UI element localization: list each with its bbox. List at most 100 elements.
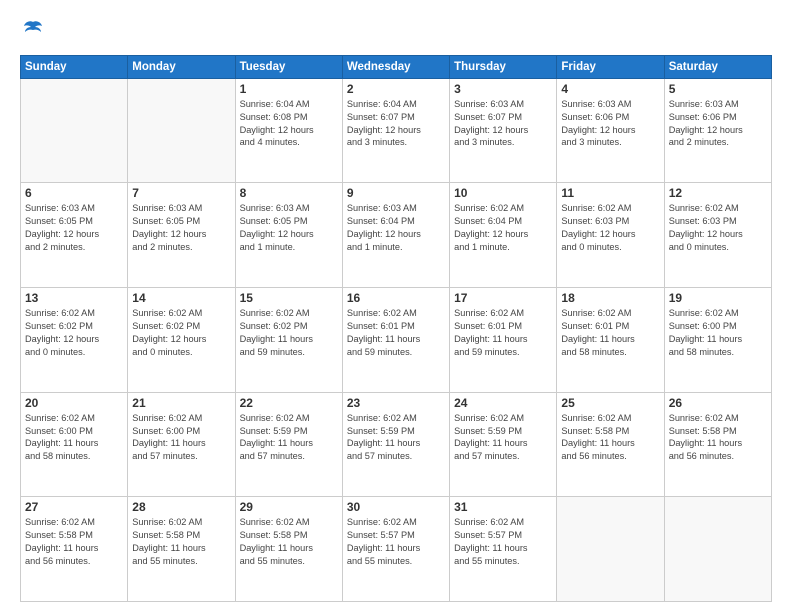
day-number: 4 bbox=[561, 82, 659, 96]
day-info: Sunrise: 6:02 AMSunset: 6:02 PMDaylight:… bbox=[132, 307, 230, 359]
weekday-header-monday: Monday bbox=[128, 55, 235, 78]
week-row-4: 20 Sunrise: 6:02 AMSunset: 6:00 PMDayligh… bbox=[21, 392, 772, 497]
calendar-cell: 15Sunrise: 6:02 AMSunset: 6:02 PMDayligh… bbox=[235, 288, 342, 393]
calendar-cell: 13 Sunrise: 6:02 AMSunset: 6:02 PMDayligh… bbox=[21, 288, 128, 393]
day-info: Sunrise: 6:02 AMSunset: 5:59 PMDaylight:… bbox=[240, 412, 338, 464]
calendar-cell: 1 Sunrise: 6:04 AMSunset: 6:08 PMDaylight… bbox=[235, 78, 342, 183]
day-number: 14 bbox=[132, 291, 230, 305]
day-info: Sunrise: 6:02 AMSunset: 6:01 PMDaylight:… bbox=[347, 307, 445, 359]
calendar-cell: 19 Sunrise: 6:02 AMSunset: 6:00 PMDayligh… bbox=[664, 288, 771, 393]
day-number: 23 bbox=[347, 396, 445, 410]
day-info: Sunrise: 6:03 AMSunset: 6:06 PMDaylight:… bbox=[561, 98, 659, 150]
weekday-header-friday: Friday bbox=[557, 55, 664, 78]
day-number: 5 bbox=[669, 82, 767, 96]
day-info: Sunrise: 6:02 AMSunset: 6:00 PMDaylight:… bbox=[132, 412, 230, 464]
day-number: 24 bbox=[454, 396, 552, 410]
weekday-header-row: SundayMondayTuesdayWednesdayThursdayFrid… bbox=[21, 55, 772, 78]
week-row-2: 6 Sunrise: 6:03 AMSunset: 6:05 PMDaylight… bbox=[21, 183, 772, 288]
day-info: Sunrise: 6:02 AMSunset: 6:01 PMDaylight:… bbox=[561, 307, 659, 359]
calendar-cell: 3Sunrise: 6:03 AMSunset: 6:07 PMDaylight… bbox=[450, 78, 557, 183]
day-number: 20 bbox=[25, 396, 123, 410]
calendar-cell: 14 Sunrise: 6:02 AMSunset: 6:02 PMDayligh… bbox=[128, 288, 235, 393]
day-info: Sunrise: 6:02 AMSunset: 6:01 PMDaylight:… bbox=[454, 307, 552, 359]
calendar-cell bbox=[128, 78, 235, 183]
day-info: Sunrise: 6:02 AMSunset: 5:58 PMDaylight:… bbox=[561, 412, 659, 464]
logo-bird-icon bbox=[22, 18, 44, 40]
calendar-cell: 11 Sunrise: 6:02 AMSunset: 6:03 PMDayligh… bbox=[557, 183, 664, 288]
calendar-cell: 9Sunrise: 6:03 AMSunset: 6:04 PMDaylight… bbox=[342, 183, 449, 288]
calendar-cell: 31 Sunrise: 6:02 AMSunset: 5:57 PMDayligh… bbox=[450, 497, 557, 602]
day-info: Sunrise: 6:04 AMSunset: 6:08 PMDaylight:… bbox=[240, 98, 338, 150]
day-info: Sunrise: 6:02 AMSunset: 5:58 PMDaylight:… bbox=[132, 516, 230, 568]
calendar-cell: 12 Sunrise: 6:02 AMSunset: 6:03 PMDayligh… bbox=[664, 183, 771, 288]
day-number: 21 bbox=[132, 396, 230, 410]
day-number: 25 bbox=[561, 396, 659, 410]
calendar-cell: 18 Sunrise: 6:02 AMSunset: 6:01 PMDayligh… bbox=[557, 288, 664, 393]
day-info: Sunrise: 6:02 AMSunset: 6:04 PMDaylight:… bbox=[454, 202, 552, 254]
calendar-cell: 28 Sunrise: 6:02 AMSunset: 5:58 PMDayligh… bbox=[128, 497, 235, 602]
day-info: Sunrise: 6:02 AMSunset: 5:58 PMDaylight:… bbox=[240, 516, 338, 568]
day-info: Sunrise: 6:02 AMSunset: 5:57 PMDaylight:… bbox=[347, 516, 445, 568]
day-info: Sunrise: 6:02 AMSunset: 5:58 PMDaylight:… bbox=[25, 516, 123, 568]
day-info: Sunrise: 6:02 AMSunset: 5:59 PMDaylight:… bbox=[347, 412, 445, 464]
calendar-cell: 24 Sunrise: 6:02 AMSunset: 5:59 PMDayligh… bbox=[450, 392, 557, 497]
calendar-cell bbox=[557, 497, 664, 602]
calendar-cell: 6 Sunrise: 6:03 AMSunset: 6:05 PMDaylight… bbox=[21, 183, 128, 288]
calendar-cell: 16Sunrise: 6:02 AMSunset: 6:01 PMDayligh… bbox=[342, 288, 449, 393]
day-info: Sunrise: 6:02 AMSunset: 6:03 PMDaylight:… bbox=[561, 202, 659, 254]
day-number: 13 bbox=[25, 291, 123, 305]
day-number: 26 bbox=[669, 396, 767, 410]
week-row-5: 27 Sunrise: 6:02 AMSunset: 5:58 PMDayligh… bbox=[21, 497, 772, 602]
day-number: 31 bbox=[454, 500, 552, 514]
day-number: 19 bbox=[669, 291, 767, 305]
calendar-cell: 2 Sunrise: 6:04 AMSunset: 6:07 PMDaylight… bbox=[342, 78, 449, 183]
day-number: 29 bbox=[240, 500, 338, 514]
calendar-cell: 23 Sunrise: 6:02 AMSunset: 5:59 PMDayligh… bbox=[342, 392, 449, 497]
day-number: 11 bbox=[561, 186, 659, 200]
calendar-table: SundayMondayTuesdayWednesdayThursdayFrid… bbox=[20, 55, 772, 602]
calendar-cell: 27 Sunrise: 6:02 AMSunset: 5:58 PMDayligh… bbox=[21, 497, 128, 602]
day-number: 12 bbox=[669, 186, 767, 200]
day-info: Sunrise: 6:02 AMSunset: 6:02 PMDaylight:… bbox=[25, 307, 123, 359]
day-info: Sunrise: 6:02 AMSunset: 5:57 PMDaylight:… bbox=[454, 516, 552, 568]
day-number: 28 bbox=[132, 500, 230, 514]
day-info: Sunrise: 6:02 AMSunset: 6:00 PMDaylight:… bbox=[669, 307, 767, 359]
day-info: Sunrise: 6:04 AMSunset: 6:07 PMDaylight:… bbox=[347, 98, 445, 150]
day-number: 17 bbox=[454, 291, 552, 305]
day-info: Sunrise: 6:02 AMSunset: 6:03 PMDaylight:… bbox=[669, 202, 767, 254]
calendar-cell bbox=[21, 78, 128, 183]
calendar-cell: 21 Sunrise: 6:02 AMSunset: 6:00 PMDayligh… bbox=[128, 392, 235, 497]
day-number: 2 bbox=[347, 82, 445, 96]
day-info: Sunrise: 6:02 AMSunset: 5:59 PMDaylight:… bbox=[454, 412, 552, 464]
weekday-header-sunday: Sunday bbox=[21, 55, 128, 78]
day-number: 10 bbox=[454, 186, 552, 200]
weekday-header-wednesday: Wednesday bbox=[342, 55, 449, 78]
day-info: Sunrise: 6:03 AMSunset: 6:05 PMDaylight:… bbox=[132, 202, 230, 254]
weekday-header-thursday: Thursday bbox=[450, 55, 557, 78]
page: SundayMondayTuesdayWednesdayThursdayFrid… bbox=[0, 0, 792, 612]
day-number: 15 bbox=[240, 291, 338, 305]
day-number: 3 bbox=[454, 82, 552, 96]
calendar-cell: 4 Sunrise: 6:03 AMSunset: 6:06 PMDaylight… bbox=[557, 78, 664, 183]
weekday-header-saturday: Saturday bbox=[664, 55, 771, 78]
week-row-3: 13 Sunrise: 6:02 AMSunset: 6:02 PMDayligh… bbox=[21, 288, 772, 393]
calendar-cell: 25 Sunrise: 6:02 AMSunset: 5:58 PMDayligh… bbox=[557, 392, 664, 497]
day-number: 30 bbox=[347, 500, 445, 514]
calendar-cell: 30 Sunrise: 6:02 AMSunset: 5:57 PMDayligh… bbox=[342, 497, 449, 602]
day-number: 6 bbox=[25, 186, 123, 200]
day-number: 18 bbox=[561, 291, 659, 305]
calendar-cell: 7 Sunrise: 6:03 AMSunset: 6:05 PMDaylight… bbox=[128, 183, 235, 288]
calendar-cell: 8Sunrise: 6:03 AMSunset: 6:05 PMDaylight… bbox=[235, 183, 342, 288]
day-number: 22 bbox=[240, 396, 338, 410]
calendar-cell: 10 Sunrise: 6:02 AMSunset: 6:04 PMDayligh… bbox=[450, 183, 557, 288]
calendar-cell: 17 Sunrise: 6:02 AMSunset: 6:01 PMDayligh… bbox=[450, 288, 557, 393]
day-number: 1 bbox=[240, 82, 338, 96]
day-number: 7 bbox=[132, 186, 230, 200]
week-row-1: 1 Sunrise: 6:04 AMSunset: 6:08 PMDaylight… bbox=[21, 78, 772, 183]
day-number: 27 bbox=[25, 500, 123, 514]
calendar-cell: 20 Sunrise: 6:02 AMSunset: 6:00 PMDayligh… bbox=[21, 392, 128, 497]
day-info: Sunrise: 6:02 AMSunset: 5:58 PMDaylight:… bbox=[669, 412, 767, 464]
day-info: Sunrise: 6:03 AMSunset: 6:05 PMDaylight:… bbox=[25, 202, 123, 254]
day-info: Sunrise: 6:02 AMSunset: 6:00 PMDaylight:… bbox=[25, 412, 123, 464]
weekday-header-tuesday: Tuesday bbox=[235, 55, 342, 78]
